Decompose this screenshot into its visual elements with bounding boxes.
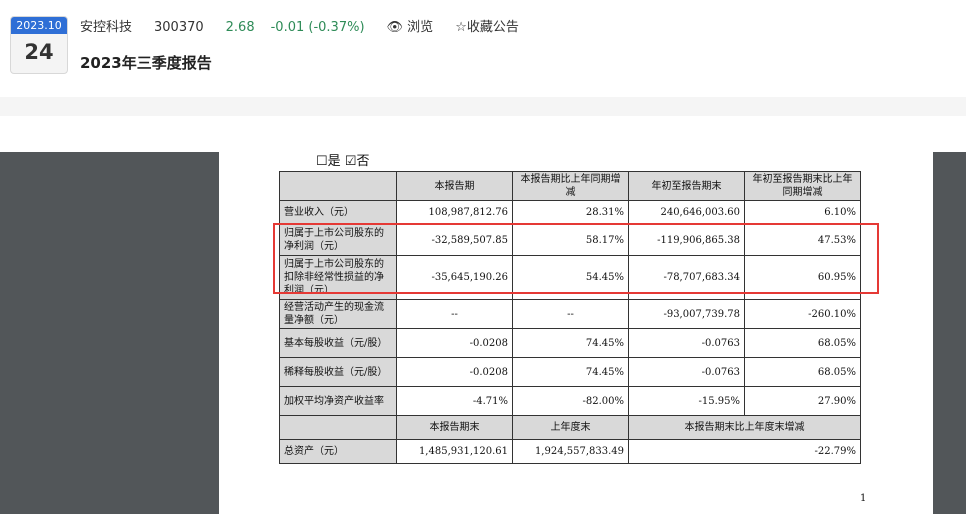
star-icon: ☆ <box>455 20 467 35</box>
row-label: 稀释每股收益（元/股） <box>279 357 397 387</box>
checkbox-checked-icon: ☑ <box>344 154 357 169</box>
eye-icon: 👁 <box>386 20 404 35</box>
table-cell: -32,589,507.85 <box>396 224 513 256</box>
checkbox-line: ☐是 ☑否 <box>316 150 369 169</box>
table-row: 归属于上市公司股东的净利润（元） -32,589,507.85 58.17% -… <box>279 224 861 256</box>
table-cell: -260.10% <box>744 299 861 329</box>
company-name[interactable]: 安控科技 <box>80 19 132 37</box>
table-cell: 54.45% <box>512 255 629 300</box>
header-cell: 上年度末 <box>512 415 629 440</box>
table-cell: 28.31% <box>512 200 629 225</box>
table-cell: -22.79% <box>628 439 861 464</box>
header-cell: 本报告期末 <box>396 415 513 440</box>
stock-code: 300370 <box>154 20 204 35</box>
table-cell: 1,924,557,833.49 <box>512 439 629 464</box>
row-label: 加权平均净资产收益率 <box>279 386 397 416</box>
checkbox-no-label: 否 <box>356 154 370 169</box>
table-cell: 68.05% <box>744 328 861 358</box>
table-cell: 47.53% <box>744 224 861 256</box>
header-cell: 本报告期 <box>396 171 513 201</box>
table-cell: 1,485,931,120.61 <box>396 439 513 464</box>
table-cell: -0.0763 <box>628 357 745 387</box>
stock-change: -0.01 (-0.37%) <box>270 20 365 35</box>
table-cell: -82.00% <box>512 386 629 416</box>
divider-strip <box>0 97 966 116</box>
table-cell: 108,987,812.76 <box>396 200 513 225</box>
table-row: 总资产（元） 1,485,931,120.61 1,924,557,833.49… <box>279 439 861 464</box>
date-day: 24 <box>24 40 54 64</box>
table-cell: 27.90% <box>744 386 861 416</box>
header-cell-blank <box>279 171 397 201</box>
stock-info-row: 安控科技 300370 2.68 -0.01 (-0.37%) 👁 浏览 ☆收藏… <box>80 19 541 37</box>
header-cell: 年初至报告期末比上年同期增减 <box>744 171 861 201</box>
table-cell: -78,707,683.34 <box>628 255 745 300</box>
table-cell: -15.95% <box>628 386 745 416</box>
table-cell: -35,645,190.26 <box>396 255 513 300</box>
table-cell: -0.0208 <box>396 357 513 387</box>
table-header-row: 本报告期 本报告期比上年同期增减 年初至报告期末 年初至报告期末比上年同期增减 <box>279 171 861 201</box>
row-label: 营业收入（元） <box>279 200 397 225</box>
table-cell: -- <box>396 299 513 329</box>
table-cell: 6.10% <box>744 200 861 225</box>
table-row: 基本每股收益（元/股） -0.0208 74.45% -0.0763 68.05… <box>279 328 861 358</box>
table-cell: 60.95% <box>744 255 861 300</box>
table-row: 稀释每股收益（元/股） -0.0208 74.45% -0.0763 68.05… <box>279 357 861 387</box>
header-cell: 本报告期末比上年度末增减 <box>628 415 861 440</box>
row-label: 经营活动产生的现金流量净额（元） <box>279 299 397 329</box>
table-row: 加权平均净资产收益率 -4.71% -82.00% -15.95% 27.90% <box>279 386 861 416</box>
browse-button[interactable]: 👁 浏览 <box>387 19 434 37</box>
date-month: 2023.10 <box>11 17 67 34</box>
browse-label: 浏览 <box>407 20 434 35</box>
table-row: 营业收入（元） 108,987,812.76 28.31% 240,646,00… <box>279 200 861 225</box>
table-cell: 240,646,003.60 <box>628 200 745 225</box>
checkbox-empty-icon: ☐ <box>316 154 328 169</box>
row-label: 基本每股收益（元/股） <box>279 328 397 358</box>
table-cell: 68.05% <box>744 357 861 387</box>
table-row: 经营活动产生的现金流量净额（元） -- -- -93,007,739.78 -2… <box>279 299 861 329</box>
row-label: 归属于上市公司股东的扣除非经常性损益的净利润（元） <box>279 255 397 300</box>
table-cell: 74.45% <box>512 328 629 358</box>
table-row: 归属于上市公司股东的扣除非经常性损益的净利润（元） -35,645,190.26… <box>279 255 861 300</box>
header-cell: 本报告期比上年同期增减 <box>512 171 629 201</box>
header-cell: 年初至报告期末 <box>628 171 745 201</box>
table-cell: -0.0763 <box>628 328 745 358</box>
financial-table: 本报告期 本报告期比上年同期增减 年初至报告期末 年初至报告期末比上年同期增减 … <box>279 171 861 464</box>
favorite-label: 收藏公告 <box>466 20 519 35</box>
report-title: 2023年三季度报告 <box>80 54 212 72</box>
table-cell: -93,007,739.78 <box>628 299 745 329</box>
table-cell: 58.17% <box>512 224 629 256</box>
table-cell: -- <box>512 299 629 329</box>
table-subheader-row: 本报告期末 上年度末 本报告期末比上年度末增减 <box>279 415 861 440</box>
table-cell: 74.45% <box>512 357 629 387</box>
table-cell: -119,906,865.38 <box>628 224 745 256</box>
stock-price: 2.68 <box>225 20 255 35</box>
date-badge: 2023.10 24 <box>10 16 68 74</box>
header-cell-blank <box>279 415 397 440</box>
table-cell: -4.71% <box>396 386 513 416</box>
row-label: 总资产（元） <box>279 439 397 464</box>
report-header: 2023.10 24 安控科技 300370 2.68 -0.01 (-0.37… <box>0 0 966 97</box>
favorite-button[interactable]: ☆收藏公告 <box>455 19 519 37</box>
page-number: 1 <box>860 493 867 504</box>
checkbox-yes-label: 是 <box>327 154 341 169</box>
row-label: 归属于上市公司股东的净利润（元） <box>279 224 397 256</box>
table-cell: -0.0208 <box>396 328 513 358</box>
